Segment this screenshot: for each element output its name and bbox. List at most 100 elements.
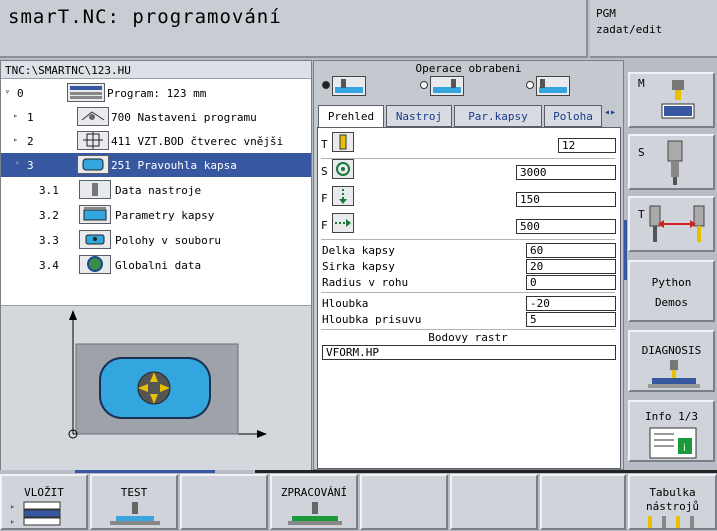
operation-radio-2[interactable] xyxy=(420,81,428,89)
tree-item-label: Parametry kapsy xyxy=(115,209,215,222)
softkey-label: S xyxy=(638,146,645,159)
empty-softkey-4[interactable] xyxy=(540,474,626,530)
tree-item-number: 3.4 xyxy=(39,259,59,272)
expand-icon[interactable]: ▿ xyxy=(5,87,10,96)
softkey-label: ZPRACOVÁNÍ xyxy=(280,486,348,499)
tree-item-3-4[interactable]: 3.4 Globalni data xyxy=(1,253,311,277)
corner-radius-field[interactable]: 0 xyxy=(526,275,616,290)
empty-softkey-2[interactable] xyxy=(360,474,448,530)
tool-select-icon[interactable] xyxy=(332,132,354,152)
softkey-page-indicator xyxy=(75,470,215,473)
file-path: TNC:\SMARTNC\123.HU xyxy=(1,61,311,79)
diagnosis-icon xyxy=(648,360,700,388)
operation-title: Operace obrabeni xyxy=(415,62,522,75)
svg-text:▹: ▹ xyxy=(10,502,15,511)
tree-item-3-3[interactable]: 3.3 Polohy v souboru xyxy=(1,228,311,252)
tree-item-251-selected[interactable]: ◦ 3 251 Pravouhla kapsa xyxy=(1,153,311,177)
depth-field[interactable]: -20 xyxy=(526,296,616,311)
app-title: smarT.NC: programování xyxy=(8,6,282,28)
tool-number-field[interactable]: 12 xyxy=(558,138,616,153)
tree-item-number: 3.3 xyxy=(39,234,59,247)
softkey-label: VLOŽIT xyxy=(24,486,64,499)
mode-line-2: zadat/edit xyxy=(596,23,663,36)
milling-feed-field[interactable]: 500 xyxy=(516,219,616,234)
tree-item-3-2[interactable]: 3.2 Parametry kapsy xyxy=(1,203,311,227)
mode-indicator: PGM zadat/edit xyxy=(590,0,717,58)
raster-file-field[interactable]: VFORM.HP xyxy=(322,345,616,360)
plunge-feed-icon[interactable] xyxy=(332,186,354,206)
softkey-label: TEST xyxy=(120,486,148,499)
expand-icon[interactable]: ▹ xyxy=(13,111,18,120)
tree-item-label: 411 VZT.BOD čtverec vnějši xyxy=(111,135,284,148)
raster-title: Bodovy rastr xyxy=(428,331,508,344)
softkey-label: Python xyxy=(651,276,692,289)
tree-item-3-1[interactable]: 3.1 Data nastroje xyxy=(1,178,311,202)
plunge-depth-field[interactable]: 5 xyxy=(526,312,616,327)
operation-radio-1[interactable] xyxy=(322,81,330,89)
softkey-label-2: Demos xyxy=(654,296,689,309)
softkey-divider xyxy=(255,470,717,473)
positions-icon xyxy=(79,230,111,249)
program-icon xyxy=(67,83,105,102)
tree-item-411[interactable]: ▹ 2 411 VZT.BOD čtverec vnějši xyxy=(1,129,311,153)
tree-item-label: Program: 123 mm xyxy=(107,87,207,100)
softkey-label: M xyxy=(638,77,645,90)
horizontal-softkey-bar: VLOŽIT ▹ ▹ TEST ZPRACOVÁNÍ Tabulka nástro… xyxy=(0,470,717,531)
test-softkey[interactable]: TEST xyxy=(90,474,178,530)
tab-poloha[interactable]: Poloha xyxy=(544,105,602,127)
tree-item-label: Globalni data xyxy=(115,259,202,272)
diagnosis-softkey[interactable]: DIAGNOSIS xyxy=(628,330,715,392)
vertical-softkey-bar: M S T Python Demos DIAGNOSIS Info 1/3 i xyxy=(624,60,717,470)
operation-radio-3[interactable] xyxy=(526,81,534,89)
program-run-softkey[interactable]: ZPRACOVÁNÍ xyxy=(270,474,358,530)
scroll-indicator xyxy=(624,220,627,280)
tree-item-number: 3.1 xyxy=(39,184,59,197)
info-softkey[interactable]: Info 1/3 i xyxy=(628,400,715,462)
width-field[interactable]: 20 xyxy=(526,259,616,274)
datum-icon xyxy=(77,131,109,150)
softkey-label-2: nástrojů xyxy=(646,500,699,513)
tree-item-number: 1 xyxy=(27,111,34,124)
tree-item-number: 3.2 xyxy=(39,209,59,222)
svg-text:i: i xyxy=(683,443,686,454)
tool-data-icon xyxy=(79,180,111,199)
collapse-icon[interactable]: ◦ xyxy=(15,159,20,168)
s-letter: S xyxy=(321,165,328,178)
operation-floor-finish-button[interactable] xyxy=(430,76,464,96)
plunge-feed-field[interactable]: 150 xyxy=(516,192,616,207)
tab-par-kapsy[interactable]: Par.kapsy xyxy=(454,105,542,127)
tree-item-700[interactable]: ▹ 1 700 Nastaveni programu xyxy=(1,105,311,129)
length-field[interactable]: 60 xyxy=(526,243,616,258)
settings-icon xyxy=(77,107,109,126)
m-spindle-icon xyxy=(661,80,695,119)
spindle-speed-field[interactable]: 3000 xyxy=(516,165,616,180)
tree-item-label: 251 Pravouhla kapsa xyxy=(111,159,237,172)
tool-table-icon xyxy=(648,516,694,528)
tab-nastroj[interactable]: Nastroj xyxy=(386,105,452,127)
test-run-icon xyxy=(110,502,160,525)
operation-side-finish-button[interactable] xyxy=(536,76,570,96)
tool-table-softkey[interactable]: Tabulka nástrojů xyxy=(628,474,717,530)
milling-feed-icon[interactable] xyxy=(332,213,354,233)
empty-softkey-1[interactable] xyxy=(180,474,268,530)
tool-change-icon xyxy=(649,205,705,242)
expand-icon[interactable]: ▹ xyxy=(13,135,18,144)
t-tool-softkey[interactable]: T xyxy=(628,196,715,252)
m-function-softkey[interactable]: M xyxy=(628,72,715,128)
f-letter: F xyxy=(321,219,328,232)
insert-softkey[interactable]: VLOŽIT ▹ ▹ xyxy=(0,474,88,530)
tab-scroll-icon[interactable]: ◂▸ xyxy=(604,107,616,118)
tab-prehled[interactable]: Prehled xyxy=(318,105,384,129)
tree-item-label: Data nastroje xyxy=(115,184,202,197)
spindle-speed-icon[interactable] xyxy=(332,159,354,179)
machining-icon xyxy=(288,502,342,525)
softkey-label: DIAGNOSIS xyxy=(641,344,702,357)
s-spindle-softkey[interactable]: S xyxy=(628,134,715,190)
operation-roughing-button[interactable] xyxy=(332,76,366,96)
pocket-icon xyxy=(77,155,109,174)
pocket-preview-graphic xyxy=(1,305,311,470)
python-demos-softkey[interactable]: Python Demos xyxy=(628,260,715,322)
empty-softkey-3[interactable] xyxy=(450,474,538,530)
tree-item-program[interactable]: ▿ 0 Program: 123 mm xyxy=(1,81,311,105)
tree-item-label: Polohy v souboru xyxy=(115,234,221,247)
